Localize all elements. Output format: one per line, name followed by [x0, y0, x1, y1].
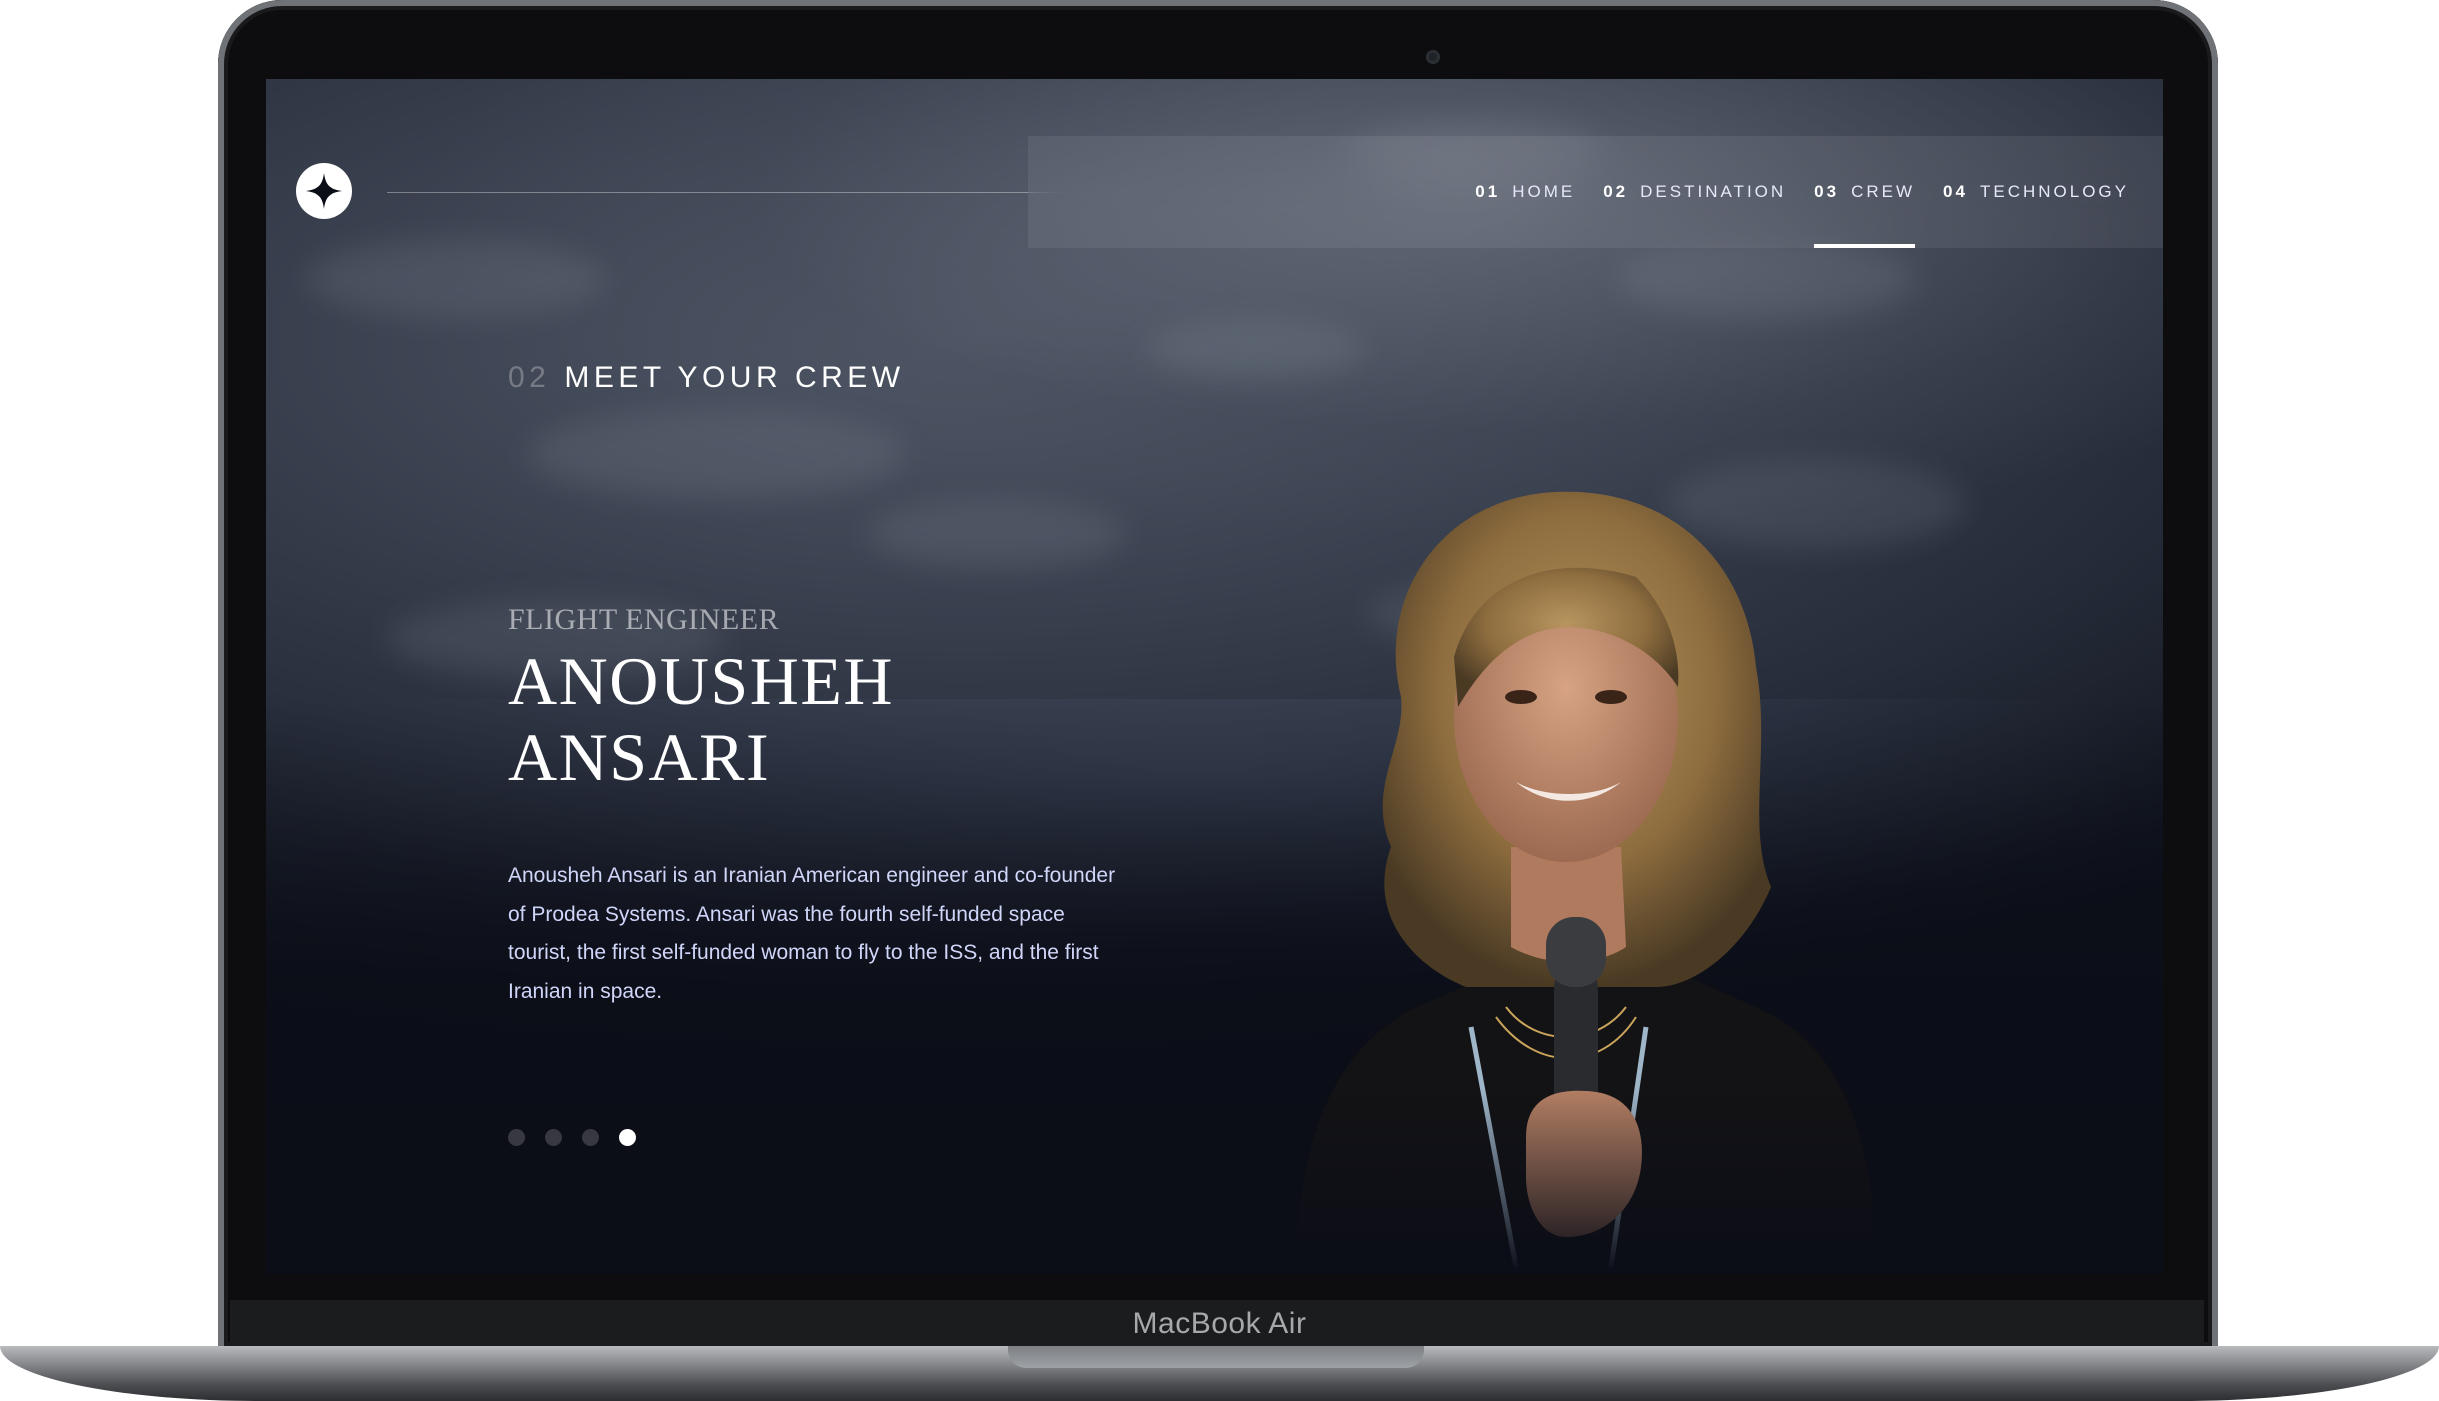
- browser-viewport: 01 HOME 02 DESTINATION 03 CREW 04 TECHNO…: [266, 79, 2163, 1274]
- crew-name-line1: ANOUSHEH: [508, 643, 894, 719]
- nav-item-technology[interactable]: 04 TECHNOLOGY: [1943, 136, 2129, 248]
- primary-nav: 01 HOME 02 DESTINATION 03 CREW 04 TECHNO…: [1028, 136, 2163, 248]
- crew-role: FLIGHT ENGINEER: [508, 603, 780, 636]
- camera-icon: [1426, 50, 1440, 64]
- crew-portrait-image: [1226, 491, 1926, 1274]
- nav-item-crew[interactable]: 03 CREW: [1814, 136, 1915, 248]
- star-logo-icon[interactable]: [296, 163, 352, 219]
- nav-item-label: CREW: [1851, 182, 1916, 201]
- page-eyebrow: 02 MEET YOUR CREW: [508, 361, 905, 395]
- nav-item-label: TECHNOLOGY: [1979, 182, 2129, 201]
- nav-item-number: 04: [1943, 182, 1968, 201]
- nav-item-number: 03: [1814, 182, 1840, 201]
- slide-pagination: [508, 1129, 636, 1146]
- crew-name: ANOUSHEH ANSARI: [508, 643, 1008, 795]
- nav-item-label: HOME: [1512, 182, 1576, 201]
- slide-dot-3[interactable]: [582, 1129, 599, 1146]
- nav-item-number: 02: [1603, 182, 1629, 201]
- page-eyebrow-label: MEET YOUR CREW: [564, 361, 905, 394]
- page-eyebrow-number: 02: [508, 361, 551, 394]
- nav-item-number: 01: [1475, 182, 1501, 201]
- slide-dot-4[interactable]: [619, 1129, 636, 1146]
- crew-bio: Anousheh Ansari is an Iranian American e…: [508, 864, 1116, 1003]
- nav-item-label: DESTINATION: [1640, 182, 1787, 201]
- nav-item-destination[interactable]: 02 DESTINATION: [1603, 136, 1786, 248]
- crew-name-line2: ANSARI: [508, 719, 771, 795]
- nav-item-home[interactable]: 01 HOME: [1475, 136, 1575, 248]
- slide-dot-1[interactable]: [508, 1129, 525, 1146]
- laptop-hinge-notch: [1008, 1346, 1424, 1368]
- slide-dot-2[interactable]: [545, 1129, 562, 1146]
- device-brand-label: MacBook Air: [1132, 1307, 1307, 1340]
